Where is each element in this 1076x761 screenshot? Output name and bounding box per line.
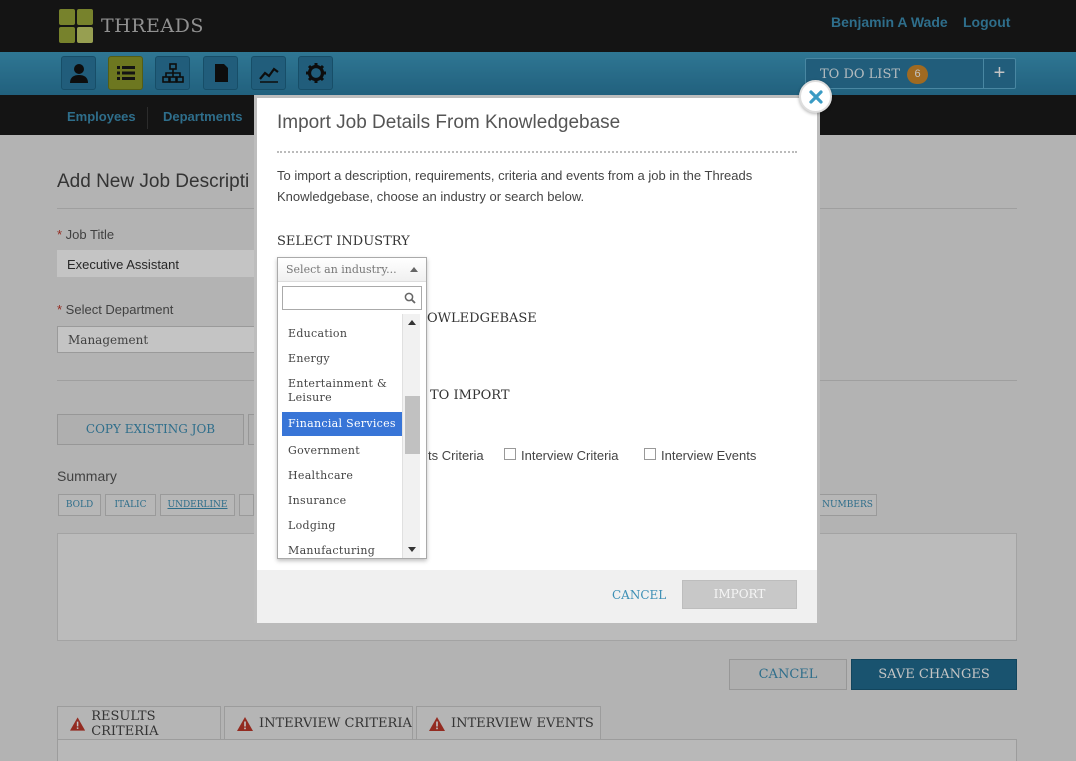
dialog-divider xyxy=(277,151,797,155)
industry-search-input[interactable] xyxy=(282,286,422,310)
results-criteria-label: ts Criteria xyxy=(428,448,484,463)
scroll-up-icon[interactable] xyxy=(408,320,416,325)
industry-select-display[interactable]: Select an industry... xyxy=(278,258,426,282)
caret-up-icon xyxy=(410,267,418,272)
industry-dropdown[interactable]: Select an industry... Education Energy E… xyxy=(277,257,427,559)
option-lodging[interactable]: Lodging xyxy=(282,511,402,536)
knowledgebase-heading: OWLEDGEBASE xyxy=(427,311,537,326)
options-scrollbar[interactable] xyxy=(402,314,420,558)
scroll-down-icon[interactable] xyxy=(408,547,416,552)
option-education[interactable]: Education xyxy=(282,314,402,344)
interview-events-checkbox[interactable] xyxy=(644,448,656,460)
interview-events-label: Interview Events xyxy=(661,448,757,463)
close-icon xyxy=(808,89,823,104)
option-healthcare[interactable]: Healthcare xyxy=(282,461,402,486)
option-government[interactable]: Government xyxy=(282,436,402,461)
select-industry-heading: SELECT INDUSTRY xyxy=(277,234,410,249)
search-icon xyxy=(404,292,416,304)
option-financial-services[interactable]: Financial Services xyxy=(282,412,402,436)
dialog-intro-text: To import a description, requirements, c… xyxy=(277,168,753,204)
option-insurance[interactable]: Insurance xyxy=(282,486,402,511)
close-dialog-button[interactable] xyxy=(799,80,832,113)
option-manufacturing[interactable]: Manufacturing xyxy=(282,536,402,558)
scrollbar-thumb[interactable] xyxy=(405,396,420,454)
option-energy[interactable]: Energy xyxy=(282,344,402,369)
option-entertainment-leisure[interactable]: Entertainment & Leisure xyxy=(282,369,402,408)
to-import-heading: TO IMPORT xyxy=(430,388,510,403)
interview-criteria-label: Interview Criteria xyxy=(521,448,619,463)
dialog-footer: CANCEL IMPORT xyxy=(257,570,817,623)
import-button[interactable]: IMPORT xyxy=(682,580,797,609)
interview-criteria-checkbox[interactable] xyxy=(504,448,516,460)
dialog-title: Import Job Details From Knowledgebase xyxy=(277,112,621,133)
dialog-cancel-button[interactable]: CANCEL xyxy=(612,588,666,602)
industry-options-list: Education Energy Entertainment & Leisure… xyxy=(282,314,402,558)
